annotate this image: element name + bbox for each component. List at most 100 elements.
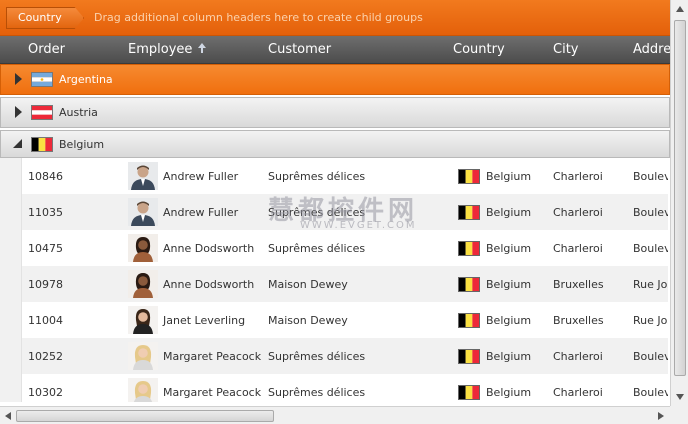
cell-city: Charleroi [553,206,603,219]
cell-country: Belgium [486,242,532,255]
data-rows: 10846 Andrew Fuller Suprêmes délices Bel… [0,158,668,402]
cell-address: Rue Jos [633,314,668,327]
collapse-arrow-icon[interactable] [13,138,23,150]
cell-employee: Janet Leverling [163,314,246,327]
cell-order: 11004 [28,314,63,327]
cell-address: Boulev [633,350,668,363]
column-header-row: Order Employee Customer Country City Add… [0,36,671,64]
cell-order: 10978 [28,278,63,291]
employee-photo-female [128,378,158,402]
cell-address: Rue Jos [633,278,668,291]
cell-country: Belgium [486,314,532,327]
cell-order: 10846 [28,170,63,183]
row-indent [0,374,22,402]
cell-city: Charleroi [553,350,603,363]
cell-country: Belgium [486,350,532,363]
belgium-flag-icon [458,169,480,184]
belgium-flag-icon [458,241,480,256]
table-row[interactable]: 10252 Margaret Peacock Suprêmes délices … [0,338,668,374]
cell-customer: Suprêmes délices [268,242,366,255]
horizontal-scrollbar[interactable] [0,406,670,424]
cell-order: 10302 [28,386,63,399]
column-header-address[interactable]: Addre [633,42,671,57]
group-chip-country[interactable]: Country [6,7,84,29]
cell-city: Charleroi [553,170,603,183]
row-indent [0,302,22,338]
cell-customer: Suprêmes délices [268,386,366,399]
horizontal-scroll-thumb[interactable] [16,410,274,422]
employee-photo-female [128,306,158,334]
row-indent [0,158,22,194]
cell-employee: Anne Dodsworth [163,278,255,291]
cell-address: Boulev [633,386,668,399]
cell-customer: Suprêmes délices [268,350,366,363]
group-label: Belgium [59,138,105,151]
cell-city: Charleroi [553,386,603,399]
employee-photo-female [128,270,158,298]
column-header-city[interactable]: City [553,42,578,57]
cell-customer: Maison Dewey [268,278,348,291]
cell-country: Belgium [486,278,532,291]
column-header-country[interactable]: Country [453,42,505,57]
cell-employee: Anne Dodsworth [163,242,255,255]
row-indent [0,230,22,266]
scrollbar-corner [670,406,688,424]
cell-city: Bruxelles [553,314,604,327]
belgium-flag-icon [458,385,480,400]
cell-country: Belgium [486,386,532,399]
row-indent [0,194,22,230]
expand-arrow-icon[interactable] [13,73,23,85]
table-row[interactable]: 11004 Janet Leverling Maison Dewey Belgi… [0,302,668,338]
group-label: Argentina [59,73,113,86]
belgium-flag-icon [458,277,480,292]
cell-employee: Margaret Peacock [163,386,262,399]
row-indent [0,266,22,302]
table-row[interactable]: 10846 Andrew Fuller Suprêmes délices Bel… [0,158,668,194]
group-label: Austria [59,106,98,119]
belgium-flag-icon [458,349,480,364]
cell-country: Belgium [486,170,532,183]
group-row-austria[interactable]: Austria [0,97,670,128]
scroll-right-icon[interactable] [657,411,665,421]
cell-order: 10252 [28,350,63,363]
scroll-left-icon[interactable] [4,411,12,421]
belgium-flag-icon [458,313,480,328]
group-row-belgium[interactable]: Belgium [0,130,670,158]
column-header-employee-label: Employee [128,42,193,57]
vertical-scroll-thumb[interactable] [674,20,686,376]
cell-city: Bruxelles [553,278,604,291]
table-row[interactable]: 10475 Anne Dodsworth Suprêmes délices Be… [0,230,668,266]
group-row-argentina[interactable]: Argentina [0,64,670,95]
expand-arrow-icon[interactable] [13,106,23,118]
belgium-flag-icon [31,137,53,152]
row-indent [0,338,22,374]
cell-order: 11035 [28,206,63,219]
table-row[interactable]: 10302 Margaret Peacock Suprêmes délices … [0,374,668,402]
table-row[interactable]: 11035 Andrew Fuller Suprêmes délices Bel… [0,194,668,230]
scroll-up-icon[interactable] [675,5,685,13]
cell-address: Boulev [633,242,668,255]
cell-customer: Suprêmes délices [268,206,366,219]
belgium-flag-icon [458,205,480,220]
table-row[interactable]: 10978 Anne Dodsworth Maison Dewey Belgiu… [0,266,668,302]
employee-photo-female [128,342,158,370]
sort-ascending-icon [198,43,207,53]
cell-city: Charleroi [553,242,603,255]
cell-customer: Maison Dewey [268,314,348,327]
employee-photo-male [128,162,158,190]
cell-customer: Suprêmes délices [268,170,366,183]
vertical-scrollbar[interactable] [670,0,688,406]
cell-address: Boulev [633,206,668,219]
column-header-employee[interactable]: Employee [128,42,207,57]
cell-employee: Andrew Fuller [163,170,239,183]
argentina-flag-icon [31,72,53,87]
group-panel[interactable]: Country Drag additional column headers h… [0,0,670,36]
group-panel-hint: Drag additional column headers here to c… [94,11,423,24]
cell-employee: Andrew Fuller [163,206,239,219]
column-header-customer[interactable]: Customer [268,42,331,57]
cell-order: 10475 [28,242,63,255]
column-header-order[interactable]: Order [28,42,65,57]
cell-country: Belgium [486,206,532,219]
cell-employee: Margaret Peacock [163,350,262,363]
scroll-down-icon[interactable] [675,393,685,401]
